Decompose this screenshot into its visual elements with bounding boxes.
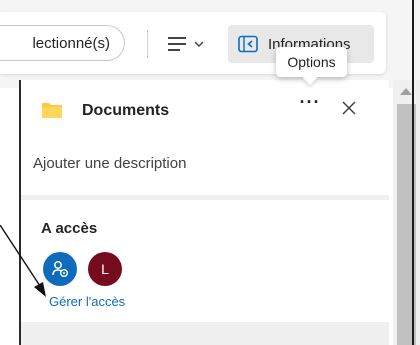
selected-items-label: lectionné(s)	[32, 34, 110, 52]
options-tooltip: Options	[276, 47, 347, 77]
info-pane-icon	[238, 35, 258, 53]
folder-icon	[42, 103, 62, 118]
window-border	[412, 0, 414, 345]
avatar[interactable]: L	[88, 252, 122, 286]
toolbar-divider	[147, 30, 148, 58]
chevron-down-icon	[194, 41, 204, 47]
pane-header: Documents ···	[21, 80, 389, 140]
manage-access-link[interactable]: Gérer l'accès	[49, 294, 125, 309]
details-pane: Documents ··· Ajouter une description A …	[19, 80, 389, 345]
command-bar: lectionné(s) Informations	[0, 0, 420, 88]
selected-items-button[interactable]: lectionné(s)	[0, 25, 125, 61]
annotation-arrow-icon	[0, 225, 46, 297]
close-icon[interactable]	[339, 98, 359, 118]
scrollbar[interactable]	[393, 80, 420, 345]
access-card: A accès L Gérer l'accès	[21, 200, 389, 322]
tooltip-text: Options	[287, 54, 336, 70]
more-options-icon[interactable]: ···	[297, 93, 323, 116]
pane-title: Documents	[82, 102, 170, 119]
view-options-button[interactable]	[162, 28, 218, 60]
description-card[interactable]: Ajouter une description	[21, 140, 389, 195]
description-field[interactable]: Ajouter une description	[33, 155, 186, 172]
list-view-icon	[168, 37, 186, 51]
scroll-up-arrow-icon[interactable]	[400, 88, 412, 95]
